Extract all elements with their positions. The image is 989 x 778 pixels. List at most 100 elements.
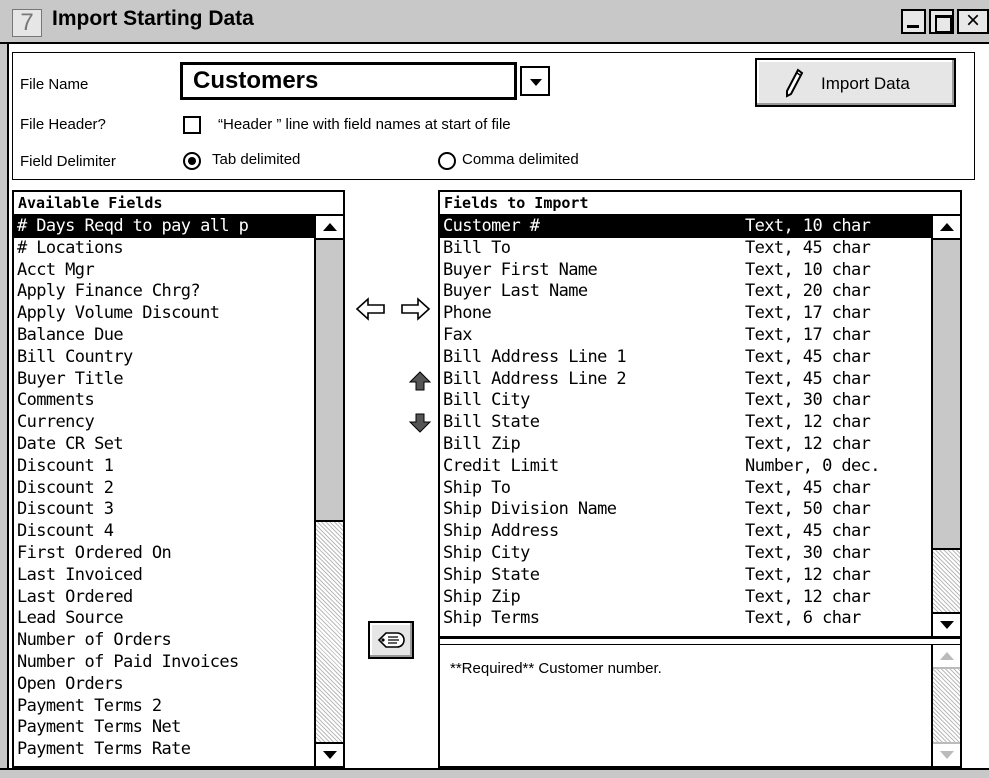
field-type-cell: Text, 17 char [745, 303, 871, 324]
fields-to-import-scrollbar[interactable] [931, 216, 960, 636]
field-name-cell: Ship State [443, 564, 540, 585]
table-row[interactable]: Phone Text, 17 char [440, 303, 931, 325]
tab-delimited-radio[interactable] [183, 152, 201, 170]
file-name-dropdown-button[interactable] [520, 66, 550, 96]
tool-button[interactable] [368, 621, 414, 659]
file-name-value: Customers [193, 67, 319, 94]
scroll-down-button[interactable] [933, 742, 960, 766]
table-row[interactable]: Ship Division Name Text, 50 char [440, 499, 931, 521]
list-item[interactable]: Apply Finance Chrg? [14, 281, 314, 303]
scroll-down-button[interactable] [933, 612, 960, 636]
maximize-button[interactable] [929, 9, 954, 34]
scroll-up-button[interactable] [316, 216, 343, 240]
scroll-track[interactable] [316, 522, 343, 742]
table-row[interactable]: Bill Address Line 1 Text, 45 char [440, 347, 931, 369]
list-item[interactable]: Payment Terms 2 [14, 696, 314, 718]
table-row[interactable]: Buyer Last Name Text, 20 char [440, 281, 931, 303]
field-name-cell: Fax [443, 325, 473, 345]
list-item[interactable]: Balance Due [14, 325, 314, 347]
list-item[interactable]: Discount 1 [14, 456, 314, 478]
minimize-button[interactable] [901, 9, 926, 34]
list-item[interactable]: Comments [14, 390, 314, 412]
field-name-cell: Ship To [443, 477, 511, 498]
list-item[interactable]: Discount 3 [14, 499, 314, 521]
list-item-label: First Ordered On [17, 543, 172, 563]
field-name-cell: Credit Limit [443, 455, 559, 476]
list-item[interactable]: Buyer Title [14, 369, 314, 391]
field-type-cell: Text, 30 char [745, 543, 871, 563]
table-row[interactable]: Fax Text, 17 char [440, 325, 931, 347]
list-item[interactable]: Number of Paid Invoices [14, 652, 314, 674]
table-row[interactable]: Buyer First Name Text, 10 char [440, 260, 931, 282]
import-data-button[interactable]: Import Data [755, 58, 956, 107]
list-item[interactable]: Payment Terms Net [14, 717, 314, 739]
list-item[interactable]: Bill Country [14, 347, 314, 369]
list-item[interactable]: Last Ordered [14, 587, 314, 609]
list-item[interactable]: Last Invoiced [14, 565, 314, 587]
table-row[interactable]: Ship Zip Text, 12 char [440, 587, 931, 609]
close-button[interactable]: × [957, 9, 989, 34]
title-bar[interactable]: 7 Import Starting Data × [0, 0, 989, 44]
list-item[interactable]: Date CR Set [14, 434, 314, 456]
scroll-down-button[interactable] [316, 742, 343, 766]
list-item[interactable]: Open Orders [14, 674, 314, 696]
window-bottom-border [0, 768, 989, 778]
import-data-label: Import Data [821, 74, 910, 93]
scroll-thumb[interactable] [933, 240, 960, 550]
available-fields-list[interactable]: # Days Reqd to pay all p # Locations Acct … [14, 216, 314, 766]
list-item-label: Payment Terms Net [17, 717, 181, 738]
table-row[interactable]: Ship To Text, 45 char [440, 478, 931, 500]
table-row[interactable]: Bill To Text, 45 char [440, 238, 931, 260]
field-name-cell: Buyer First Name [443, 259, 598, 280]
list-item[interactable]: # Days Reqd to pay all p [14, 216, 314, 238]
scroll-track[interactable] [933, 550, 960, 612]
field-type-cell: Text, 45 char [745, 346, 871, 367]
list-item[interactable]: Lead Source [14, 608, 314, 630]
list-item[interactable]: Number of Orders [14, 630, 314, 652]
list-item[interactable]: Acct Mgr [14, 260, 314, 282]
field-name-cell: Customer # [443, 216, 540, 236]
list-item-label: Discount 4 [17, 521, 114, 542]
description-scrollbar[interactable] [931, 645, 960, 766]
available-fields-title: Available Fields [18, 194, 163, 212]
file-header-label: File Header? [20, 116, 106, 133]
scroll-up-button[interactable] [933, 645, 960, 669]
list-item[interactable]: Discount 2 [14, 478, 314, 500]
list-item-label: Payment Terms Rate [17, 739, 191, 760]
table-row[interactable]: Credit Limit Number, 0 dec. [440, 456, 931, 478]
table-row[interactable]: Ship State Text, 12 char [440, 565, 931, 587]
list-item[interactable]: First Ordered On [14, 543, 314, 565]
comma-delimited-radio[interactable] [438, 152, 456, 170]
list-item-label: Payment Terms 2 [17, 695, 162, 716]
list-item[interactable]: # Locations [14, 238, 314, 260]
list-item[interactable]: Currency [14, 412, 314, 434]
scroll-thumb[interactable] [316, 240, 343, 522]
arrow-left-outline-icon[interactable] [354, 296, 388, 322]
table-row[interactable]: Bill State Text, 12 char [440, 412, 931, 434]
list-item[interactable]: Payment Terms Rate [14, 739, 314, 761]
field-name-cell: Bill Address Line 1 [443, 346, 627, 367]
table-row[interactable]: Ship Address Text, 45 char [440, 521, 931, 543]
arrow-right-outline-icon[interactable] [398, 296, 432, 322]
list-item[interactable]: Apply Volume Discount [14, 303, 314, 325]
table-row[interactable]: Ship City Text, 30 char [440, 543, 931, 565]
scroll-up-button[interactable] [933, 216, 960, 240]
fields-to-import-list[interactable]: Customer # Text, 10 char Bill To Text, 45 c… [440, 216, 931, 636]
available-fields-scrollbar[interactable] [314, 216, 343, 766]
table-row[interactable]: Customer # Text, 10 char [440, 216, 931, 238]
field-type-cell: Text, 12 char [745, 564, 871, 585]
list-item-label: Currency [17, 412, 95, 433]
arrow-up-filled-icon[interactable] [408, 370, 432, 392]
table-row[interactable]: Bill City Text, 30 char [440, 390, 931, 412]
table-row[interactable]: Bill Zip Text, 12 char [440, 434, 931, 456]
file-header-checkbox[interactable] [183, 116, 201, 134]
table-row[interactable]: Ship Terms Text, 6 char [440, 608, 931, 630]
arrow-down-filled-icon[interactable] [408, 412, 432, 434]
list-item-label: # Locations [17, 237, 124, 258]
list-item[interactable]: Discount 4 [14, 521, 314, 543]
file-name-dropdown[interactable]: Customers [180, 62, 517, 100]
field-name-cell: Phone [443, 303, 492, 324]
list-item-label: Number of Paid Invoices [17, 652, 239, 672]
table-row[interactable]: Bill Address Line 2 Text, 45 char [440, 369, 931, 391]
fields-to-import-title: Fields to Import [444, 194, 589, 212]
